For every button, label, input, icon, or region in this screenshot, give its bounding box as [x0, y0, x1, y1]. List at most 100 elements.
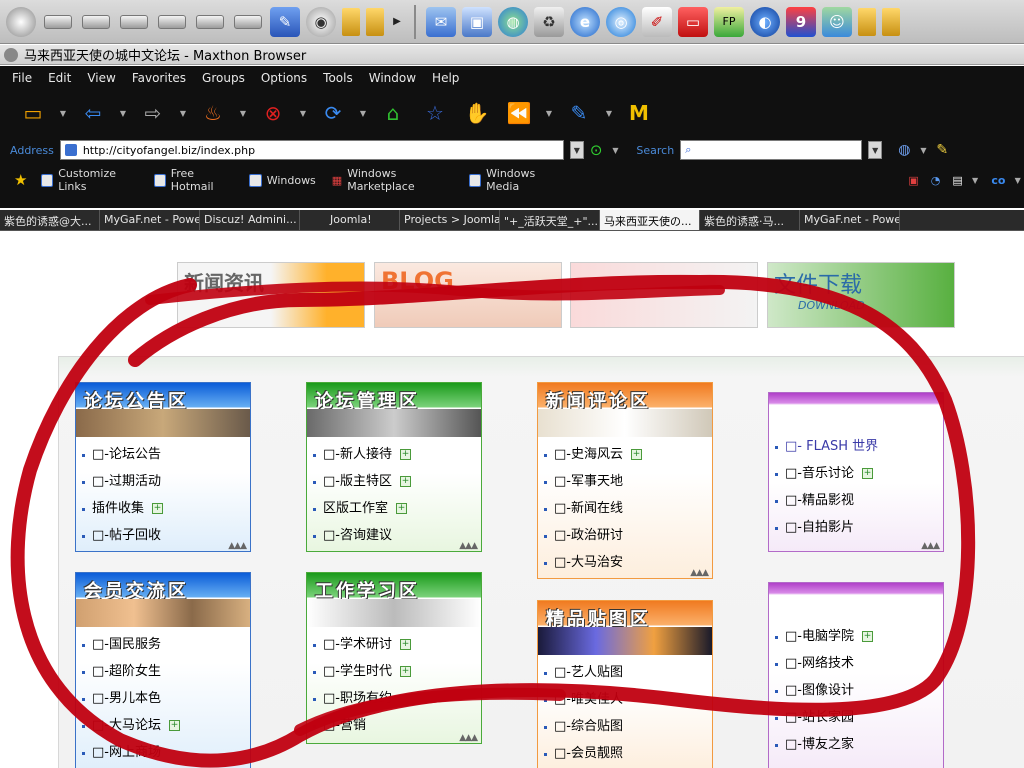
chevron-down-icon[interactable]: ▼: [356, 109, 370, 118]
forum-link[interactable]: □-超阶女生: [82, 658, 250, 685]
forum-link[interactable]: □-电脑学院 +: [775, 623, 943, 650]
chevron-down-icon[interactable]: ▼: [608, 146, 622, 155]
drive-icon[interactable]: [44, 14, 72, 29]
users-icon[interactable]: ☺: [822, 6, 852, 37]
menu-groups[interactable]: Groups: [202, 71, 245, 85]
back-icon[interactable]: ⇦: [74, 97, 112, 129]
forum-link[interactable]: □-网络技术: [775, 650, 943, 677]
menu-view[interactable]: View: [87, 71, 115, 85]
forum-link[interactable]: □-博友之家: [775, 731, 943, 758]
forum-link[interactable]: □-精品影视: [775, 487, 943, 514]
chevron-down-icon[interactable]: ▼: [916, 146, 930, 155]
scroll-top-icon[interactable]: ▲▲▲: [228, 541, 247, 551]
chevron-down-icon[interactable]: ▼: [116, 109, 130, 118]
chevron-down-icon[interactable]: ▼: [176, 109, 190, 118]
globe-network-icon[interactable]: ◍: [498, 6, 528, 37]
favorites-star-icon[interactable]: ★: [14, 171, 27, 189]
tab[interactable]: Projects > Joomla! >: [400, 210, 500, 230]
screenshot-icon[interactable]: ▤: [952, 174, 962, 187]
forum-link[interactable]: □-国民服务: [82, 631, 250, 658]
link-windows-media[interactable]: Windows Media: [469, 167, 562, 193]
highlight-icon[interactable]: ✎: [936, 142, 948, 158]
recycle-bin-icon[interactable]: ♻: [534, 6, 564, 37]
drive-icon[interactable]: [234, 14, 262, 29]
tab[interactable]: Discuz! Admini...: [200, 210, 300, 230]
tab[interactable]: 紫色的诱惑·马...: [700, 210, 800, 230]
news-banner[interactable]: 新闻资讯: [177, 262, 365, 328]
forum-link[interactable]: □-艺人贴图: [544, 659, 712, 686]
menu-favorites[interactable]: Favorites: [132, 71, 186, 85]
forum-link[interactable]: □-自拍影片: [775, 514, 943, 541]
dvd-drive-icon[interactable]: [6, 6, 36, 37]
home-icon[interactable]: ⌂: [374, 97, 412, 129]
scroll-top-icon[interactable]: ▲▲▲: [459, 733, 478, 743]
menu-window[interactable]: Window: [369, 71, 416, 85]
drive-icon[interactable]: [158, 14, 186, 29]
chevron-down-icon[interactable]: ▼: [1011, 176, 1024, 185]
chevron-down-icon[interactable]: ▼: [296, 109, 310, 118]
favorites-star-icon[interactable]: ☆: [416, 97, 454, 129]
outlook-icon[interactable]: ◎: [606, 6, 636, 37]
tab-active[interactable]: 马来西亚天使の...: [600, 210, 700, 230]
menu-options[interactable]: Options: [261, 71, 307, 85]
link-free-hotmail[interactable]: Free Hotmail: [153, 167, 233, 193]
tab[interactable]: MyGaF.net - Powe...: [800, 210, 900, 230]
folder-icon[interactable]: [342, 7, 360, 36]
brush-icon[interactable]: ✎: [560, 97, 598, 129]
forum-link[interactable]: □-站长家园: [775, 704, 943, 731]
internet-explorer-icon[interactable]: e: [570, 6, 600, 37]
nine-icon[interactable]: 9: [786, 6, 816, 37]
menu-help[interactable]: Help: [432, 71, 459, 85]
tv-icon[interactable]: ▭: [678, 6, 708, 37]
computer-icon[interactable]: ▣: [462, 6, 492, 37]
menu-tools[interactable]: Tools: [323, 71, 353, 85]
link-windows-marketplace[interactable]: ▦ Windows Marketplace: [332, 167, 454, 193]
forum-link[interactable]: □-军事天地: [544, 468, 712, 495]
tab[interactable]: MyGaF.net - Powe...: [100, 210, 200, 230]
photo-banner[interactable]: [570, 262, 758, 328]
forum-link[interactable]: □-营销: [313, 712, 481, 739]
forum-link[interactable]: □-史海风云 +: [544, 441, 712, 468]
scroll-top-icon[interactable]: ▲▲▲: [459, 541, 478, 551]
forum-link[interactable]: □-音乐讨论 +: [775, 460, 943, 487]
forum-link[interactable]: □-大马论坛 +: [82, 712, 250, 739]
mcdonalds-icon[interactable]: M: [620, 97, 658, 129]
drive-icon[interactable]: [120, 14, 148, 29]
forum-link[interactable]: □-过期活动: [82, 468, 250, 495]
scroll-top-icon[interactable]: ▲▲▲: [690, 568, 709, 578]
new-tab-icon[interactable]: ▭: [14, 97, 52, 129]
folder-icon[interactable]: [366, 7, 384, 36]
forum-link[interactable]: □-新人接待 +: [313, 441, 481, 468]
drive-icon[interactable]: [196, 14, 224, 29]
chevron-down-icon[interactable]: ▼: [56, 109, 70, 118]
plugin-icon[interactable]: ▣: [908, 174, 918, 187]
search-input[interactable]: ⌕: [680, 140, 863, 160]
forum-link[interactable]: □-男儿本色: [82, 685, 250, 712]
address-dropdown-icon[interactable]: ▼: [569, 141, 584, 159]
chevron-down-icon[interactable]: ▼: [969, 176, 982, 185]
earth-icon[interactable]: ◐: [750, 6, 780, 37]
forum-link[interactable]: □-版主特区 +: [313, 468, 481, 495]
forum-link[interactable]: □-政治研讨: [544, 522, 712, 549]
webcam-icon[interactable]: ◉: [306, 6, 336, 37]
forum-link[interactable]: □-大马治安: [544, 549, 712, 576]
search-dropdown-icon[interactable]: ▼: [868, 141, 883, 159]
compass-icon[interactable]: ◔: [931, 174, 941, 187]
drive-icon[interactable]: [82, 14, 110, 29]
tab[interactable]: "+_活跃天堂_+"...: [500, 210, 600, 230]
folder-icon[interactable]: [882, 7, 900, 36]
forum-link[interactable]: □-职场有约: [313, 685, 481, 712]
forum-link[interactable]: □- FLASH 世界: [775, 433, 943, 460]
forum-link[interactable]: □-学生时代 +: [313, 658, 481, 685]
forum-link[interactable]: 插件收集 +: [82, 495, 250, 522]
more-arrow-icon[interactable]: ▶: [390, 16, 404, 27]
notepad-icon[interactable]: ✐: [642, 6, 672, 37]
forum-link[interactable]: □-网上商场: [82, 739, 250, 766]
tab[interactable]: 紫色的诱惑@大...: [0, 210, 100, 230]
forum-link[interactable]: □-咨询建议: [313, 522, 481, 549]
scroll-top-icon[interactable]: ▲▲▲: [921, 541, 940, 551]
chevron-down-icon[interactable]: ▼: [602, 109, 616, 118]
forum-link[interactable]: □-图像设计: [775, 677, 943, 704]
chevron-down-icon[interactable]: ▼: [542, 109, 556, 118]
stop-icon[interactable]: ⊗: [254, 97, 292, 129]
